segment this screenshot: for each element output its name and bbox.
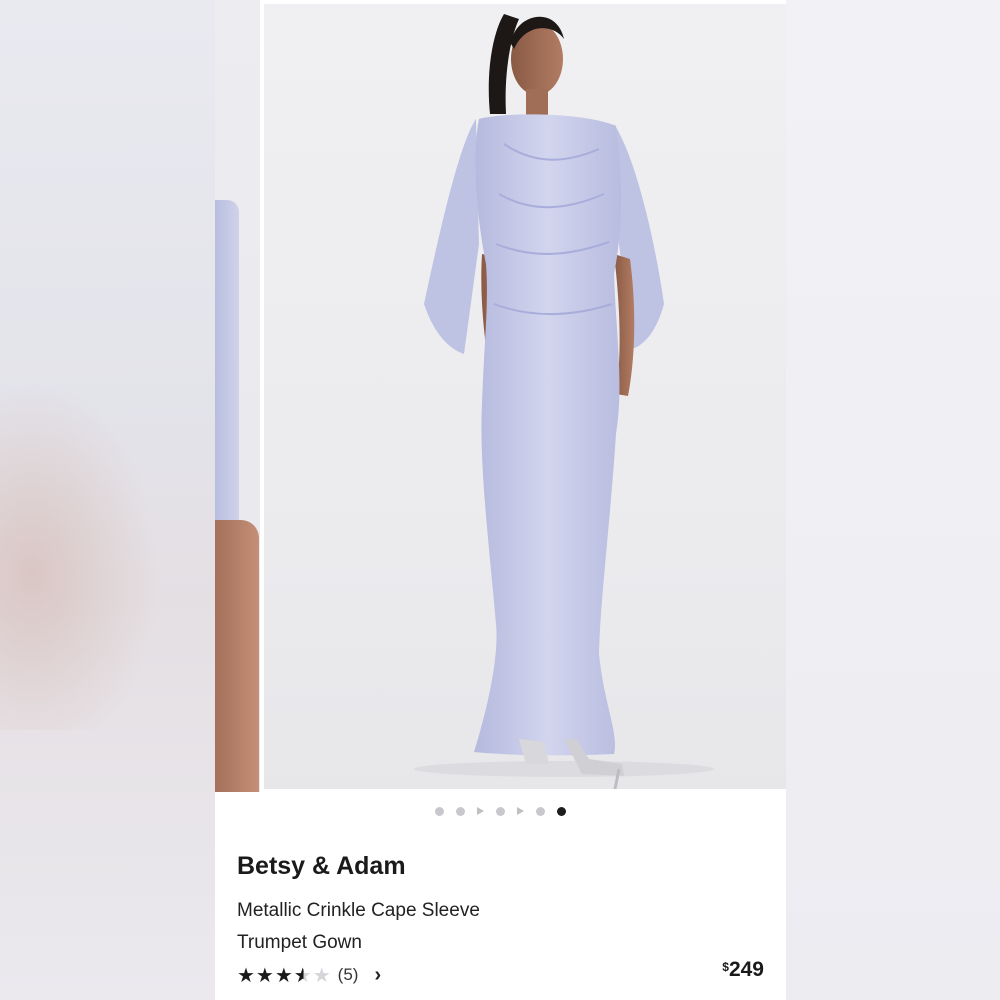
carousel-dot[interactable] xyxy=(536,806,545,816)
image-carousel[interactable] xyxy=(215,0,786,792)
arm-fragment xyxy=(215,520,259,792)
review-count: (5) xyxy=(337,965,359,984)
star-rating-icon: ★★★★★ xyxy=(237,964,332,987)
carousel-dot-active[interactable] xyxy=(557,806,566,816)
previous-product-photo[interactable] xyxy=(215,0,260,792)
product-brand[interactable]: Betsy & Adam xyxy=(237,852,406,881)
product-price: $249 xyxy=(722,958,764,982)
product-name[interactable]: Metallic Crinkle Cape Sleeve Trumpet Gow… xyxy=(237,895,597,959)
product-card: Betsy & Adam Metallic Crinkle Cape Sleev… xyxy=(215,0,786,1000)
blurred-backdrop-right xyxy=(786,0,1000,1000)
product-name-line: Trumpet Gown xyxy=(237,932,362,953)
carousel-indicator xyxy=(215,805,786,817)
product-name-line: Metallic Crinkle Cape Sleeve xyxy=(237,900,480,921)
video-play-icon[interactable] xyxy=(477,807,484,815)
currency-symbol: $ xyxy=(722,960,729,974)
product-photo[interactable] xyxy=(264,4,786,789)
blurred-backdrop-left xyxy=(0,0,215,1000)
model-in-gown-illustration xyxy=(414,14,714,789)
video-play-icon[interactable] xyxy=(517,807,524,815)
rating-summary[interactable]: ★★★★★ (5) › xyxy=(237,962,381,988)
price-amount: 249 xyxy=(728,958,764,981)
carousel-dot[interactable] xyxy=(456,806,465,816)
carousel-dot[interactable] xyxy=(435,806,444,816)
chevron-right-icon[interactable]: › xyxy=(374,964,381,987)
carousel-dot[interactable] xyxy=(496,806,505,816)
